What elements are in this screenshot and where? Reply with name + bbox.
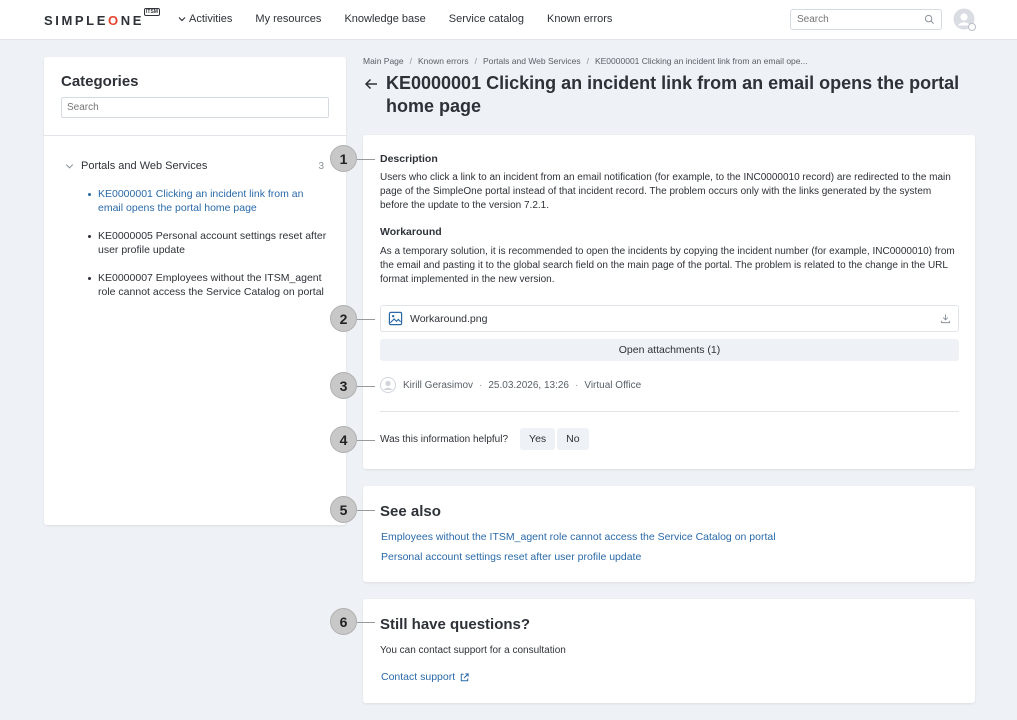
- sidebar-item-ke0000005[interactable]: KE0000005 Personal account settings rese…: [88, 229, 328, 257]
- questions-title: Still have questions?: [380, 616, 531, 633]
- search-icon[interactable]: [924, 14, 935, 25]
- callout-line: [357, 622, 375, 623]
- contact-support-link[interactable]: Contact support: [381, 671, 470, 683]
- callout-line: [357, 510, 375, 511]
- article-meta: Kirill Gerasimov · 25.03.2026, 13:26 · V…: [380, 377, 641, 393]
- breadcrumb-current: KE0000001 Clicking an incident link from…: [594, 56, 808, 66]
- main-nav: Activities My resources Knowledge base S…: [176, 13, 635, 25]
- author-avatar-icon: [380, 377, 396, 393]
- helpful-feedback: Was this information helpful? Yes No: [380, 428, 591, 450]
- category-label: Portals and Web Services: [81, 160, 208, 172]
- callout-marker-1: 1: [330, 145, 357, 172]
- see-also-card: See also Employees without the ITSM_agen…: [363, 486, 975, 582]
- article-card: Description Users who click a link to an…: [363, 135, 975, 469]
- sidebar-search-input[interactable]: [62, 98, 328, 117]
- questions-text: You can contact support for a consultati…: [380, 645, 566, 656]
- callout-line: [357, 386, 375, 387]
- nav-activities[interactable]: Activities: [176, 13, 232, 25]
- helpful-question: Was this information helpful?: [380, 433, 509, 445]
- category-count: 3: [318, 160, 324, 172]
- back-arrow-icon[interactable]: [363, 76, 379, 92]
- callout-marker-4: 4: [330, 426, 357, 453]
- see-also-link-ke0000007[interactable]: Employees without the ITSM_agent role ca…: [381, 531, 776, 543]
- workaround-text: As a temporary solution, it is recommend…: [380, 246, 955, 285]
- breadcrumb-known-errors[interactable]: Known errors: [418, 56, 469, 66]
- sidebar-item-ke0000007[interactable]: KE0000007 Employees without the ITSM_age…: [88, 271, 328, 299]
- breadcrumb: Main Page / Known errors / Portals and Web S…: [363, 56, 808, 66]
- chevron-down-icon: [178, 17, 186, 22]
- attachment-item[interactable]: Workaround.png: [380, 305, 959, 332]
- sidebar-divider: [44, 135, 346, 136]
- callout-line: [357, 319, 375, 320]
- simpleone-logo[interactable]: SIMPLE O NE ITSM: [44, 8, 160, 28]
- card-divider: [380, 411, 959, 412]
- callout-marker-2: 2: [330, 305, 357, 332]
- image-file-icon: [388, 311, 403, 326]
- open-attachments-button[interactable]: Open attachments (1): [380, 339, 959, 361]
- nav-service-catalog[interactable]: Service catalog: [449, 13, 524, 25]
- workaround-heading: Workaround: [380, 226, 442, 238]
- see-also-title: See also: [380, 503, 441, 520]
- category-article-list: KE0000001 Clicking an incident link from…: [88, 187, 328, 313]
- header-search[interactable]: [790, 9, 942, 30]
- breadcrumb-portals[interactable]: Portals and Web Services: [483, 56, 581, 66]
- sidebar-search[interactable]: [61, 97, 329, 118]
- nav-my-resources[interactable]: My resources: [255, 13, 321, 25]
- description-text: Users who click a link to an incident fr…: [380, 172, 951, 211]
- author-location: Virtual Office: [584, 379, 642, 391]
- helpful-yes-button[interactable]: Yes: [520, 428, 556, 450]
- sidebar-item-ke0000001[interactable]: KE0000001 Clicking an incident link from…: [88, 187, 328, 215]
- download-icon[interactable]: [940, 313, 951, 324]
- callout-marker-3: 3: [330, 372, 357, 399]
- breadcrumb-main-page[interactable]: Main Page: [363, 56, 404, 66]
- external-link-icon: [460, 672, 469, 681]
- header-search-input[interactable]: [791, 10, 916, 29]
- attachment-filename: Workaround.png: [410, 312, 488, 325]
- author-name: Kirill Gerasimov: [403, 379, 474, 391]
- callout-marker-6: 6: [330, 608, 357, 635]
- publish-date: 25.03.2026, 13:26: [488, 379, 569, 391]
- callout-line: [357, 440, 375, 441]
- nav-known-errors[interactable]: Known errors: [547, 13, 612, 25]
- page-title: KE0000001 Clicking an incident link from…: [386, 73, 960, 116]
- description-heading: Description: [380, 153, 438, 165]
- chevron-down-icon: [65, 163, 74, 169]
- callout-line: [357, 159, 375, 160]
- nav-knowledge-base[interactable]: Knowledge base: [344, 13, 425, 25]
- callout-marker-5: 5: [330, 496, 357, 523]
- questions-card: Still have questions? You can contact su…: [363, 599, 975, 703]
- categories-sidebar: Categories Portals and Web Services 3 KE…: [44, 57, 346, 525]
- helpful-no-button[interactable]: No: [557, 428, 589, 450]
- user-avatar-icon[interactable]: [953, 8, 977, 32]
- sidebar-title: Categories: [61, 73, 139, 90]
- top-header: SIMPLE O NE ITSM Activities My resources K…: [0, 0, 1017, 40]
- category-portals-web-services[interactable]: Portals and Web Services 3: [64, 160, 324, 172]
- see-also-link-ke0000005[interactable]: Personal account settings reset after us…: [381, 551, 641, 563]
